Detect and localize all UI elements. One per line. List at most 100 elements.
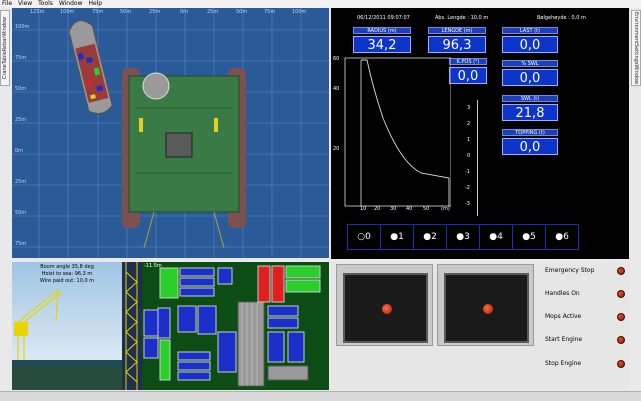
crane-instrument-panel: 06/12/2011 09:07:07 Abs. Lengde : 10,0 m… bbox=[331, 8, 629, 259]
menu-window[interactable]: Window bbox=[57, 0, 85, 8]
scale-0: 0 bbox=[467, 153, 471, 159]
deck-cargo-view[interactable]: -11.5m bbox=[122, 262, 329, 390]
topping-value: 0,0 bbox=[502, 138, 558, 155]
chart-y-20: 20 bbox=[333, 146, 340, 152]
emergency-stop[interactable]: Emergency Stop bbox=[545, 266, 625, 276]
chart-x-10: 10 bbox=[360, 206, 367, 212]
menu-bar: File View Tools Window Help bbox=[0, 0, 641, 8]
start-engine-led-icon bbox=[617, 336, 625, 344]
indicator-panel: Emergency Stop Handles On Mops Active St… bbox=[539, 262, 629, 390]
left-joystick[interactable] bbox=[343, 273, 428, 343]
stop-engine[interactable]: Stop Engine bbox=[545, 359, 625, 369]
deck-cargo-layout bbox=[122, 262, 321, 390]
scale-m1: -1 bbox=[465, 169, 470, 175]
crane-table-tab[interactable]: CraneTableRebarWindow bbox=[0, 10, 10, 86]
ruler-top-6: 25m bbox=[207, 9, 219, 15]
menu-help[interactable]: Help bbox=[86, 0, 104, 8]
radio-dot-icon: ● bbox=[522, 232, 531, 242]
chart-x-30: 30 bbox=[390, 206, 397, 212]
gear-1[interactable]: ●1 bbox=[380, 224, 414, 250]
vessel-map-view[interactable]: 125m 100m 75m 50m 25m 0m 25m 50m 75m 100… bbox=[12, 8, 329, 258]
ruler-side-6: 50m bbox=[15, 210, 27, 216]
chart-x-40: 40 bbox=[406, 206, 413, 212]
stop-engine-led-icon bbox=[617, 360, 625, 368]
scale-bar bbox=[477, 100, 478, 216]
wire-paid-out: Wire paid out: 10,0 m bbox=[39, 278, 95, 284]
boom-angle: Boom angle 35,8 deg bbox=[40, 264, 94, 270]
ruler-side-1: 75m bbox=[15, 55, 27, 61]
deck-depth-label: -11.5m bbox=[144, 263, 162, 269]
lengde-title: LENGDE (m) bbox=[428, 27, 486, 34]
kpos-value: 0,0 bbox=[449, 67, 487, 84]
radio-dot-icon: ● bbox=[390, 232, 399, 242]
right-joystick-knob[interactable] bbox=[483, 304, 493, 314]
radio-dot-icon: ● bbox=[423, 232, 432, 242]
abs-length: Abs. Lengde : 10,0 m bbox=[435, 15, 489, 21]
start-engine[interactable]: Start Engine bbox=[545, 335, 625, 345]
radio-dot-icon: ● bbox=[555, 232, 564, 242]
chart-x-unit: (m) bbox=[441, 206, 450, 212]
radio-dot-icon: ● bbox=[456, 232, 465, 242]
swl-value: 21,8 bbox=[502, 104, 558, 121]
gear-2[interactable]: ●2 bbox=[413, 224, 447, 250]
rig bbox=[122, 68, 246, 249]
vessel-map-canvas bbox=[12, 8, 329, 258]
ruler-top-0: 125m bbox=[30, 9, 45, 15]
ruler-top-4: 25m bbox=[149, 9, 161, 15]
handles-on[interactable]: Handles On bbox=[545, 289, 625, 299]
mops-active[interactable]: Mops Active bbox=[545, 312, 625, 322]
swl-pct-value: 0,0 bbox=[502, 69, 558, 86]
environment-settings-tab[interactable]: EnvironmentSettingsWindow bbox=[631, 10, 641, 86]
ruler-side-3: 25m bbox=[15, 117, 27, 123]
ruler-top-7: 50m bbox=[236, 9, 248, 15]
scale-3: 3 bbox=[467, 105, 471, 111]
radius-title: RADIUS (m) bbox=[353, 27, 411, 34]
chart-x-50: 50 bbox=[423, 206, 430, 212]
ruler-side-0: 100m bbox=[15, 24, 30, 30]
menu-view[interactable]: View bbox=[16, 0, 34, 8]
ruler-top-1: 100m bbox=[60, 9, 75, 15]
ruler-side-2: 50m bbox=[15, 86, 27, 92]
gear-6[interactable]: ●6 bbox=[545, 224, 579, 250]
scale-m3: -3 bbox=[465, 201, 470, 207]
joystick-panel bbox=[331, 262, 539, 390]
datetime: 06/12/2011 09:07:07 bbox=[357, 15, 410, 21]
gear-5[interactable]: ●5 bbox=[512, 224, 546, 250]
menu-file[interactable]: File bbox=[0, 0, 14, 8]
chart-x-20: 20 bbox=[374, 206, 381, 212]
kpos-title: K.POS (°) bbox=[449, 58, 487, 65]
gear-0[interactable]: ○0 bbox=[347, 224, 381, 250]
ruler-side-5: 25m bbox=[15, 179, 27, 185]
radio-empty-icon: ○ bbox=[357, 232, 366, 242]
last-value: 0,0 bbox=[502, 36, 558, 53]
gear-3[interactable]: ●3 bbox=[446, 224, 480, 250]
right-joystick[interactable] bbox=[444, 273, 529, 343]
ruler-top-5: 0m bbox=[180, 9, 189, 15]
handles-on-led-icon bbox=[617, 290, 625, 298]
left-joystick-knob[interactable] bbox=[382, 304, 392, 314]
radio-dot-icon: ● bbox=[489, 232, 498, 242]
ruler-top-9: 100m bbox=[292, 9, 307, 15]
scale-1: 1 bbox=[467, 137, 471, 143]
mops-active-led-icon bbox=[617, 313, 625, 321]
crane-camera-view: Boom angle 35,8 deg Hoist to sea: 96,3 m… bbox=[12, 262, 122, 390]
right-joystick-frame bbox=[437, 264, 534, 346]
gear-4[interactable]: ●4 bbox=[479, 224, 513, 250]
status-bar bbox=[0, 391, 641, 401]
ruler-side-7: 75m bbox=[15, 241, 27, 247]
swl-title: SWL (t) bbox=[502, 95, 558, 102]
last-title: LAST (t) bbox=[502, 27, 558, 34]
scale-m2: -2 bbox=[465, 185, 470, 191]
ruler-top-2: 75m bbox=[92, 9, 104, 15]
load-curve-chart bbox=[344, 57, 451, 207]
topping-title: TOPPING (t) bbox=[502, 129, 558, 136]
swl-pct-title: % SWL bbox=[502, 60, 558, 67]
supply-vessel bbox=[68, 20, 113, 114]
scale-2: 2 bbox=[467, 121, 471, 127]
wave-height: Bølgehøyde : 0,0 m bbox=[537, 15, 586, 21]
left-joystick-frame bbox=[336, 264, 433, 346]
emergency-stop-led-icon bbox=[617, 267, 625, 275]
menu-tools[interactable]: Tools bbox=[36, 0, 55, 8]
ruler-top-8: 75m bbox=[264, 9, 276, 15]
chart-y-60: 60 bbox=[333, 56, 340, 62]
